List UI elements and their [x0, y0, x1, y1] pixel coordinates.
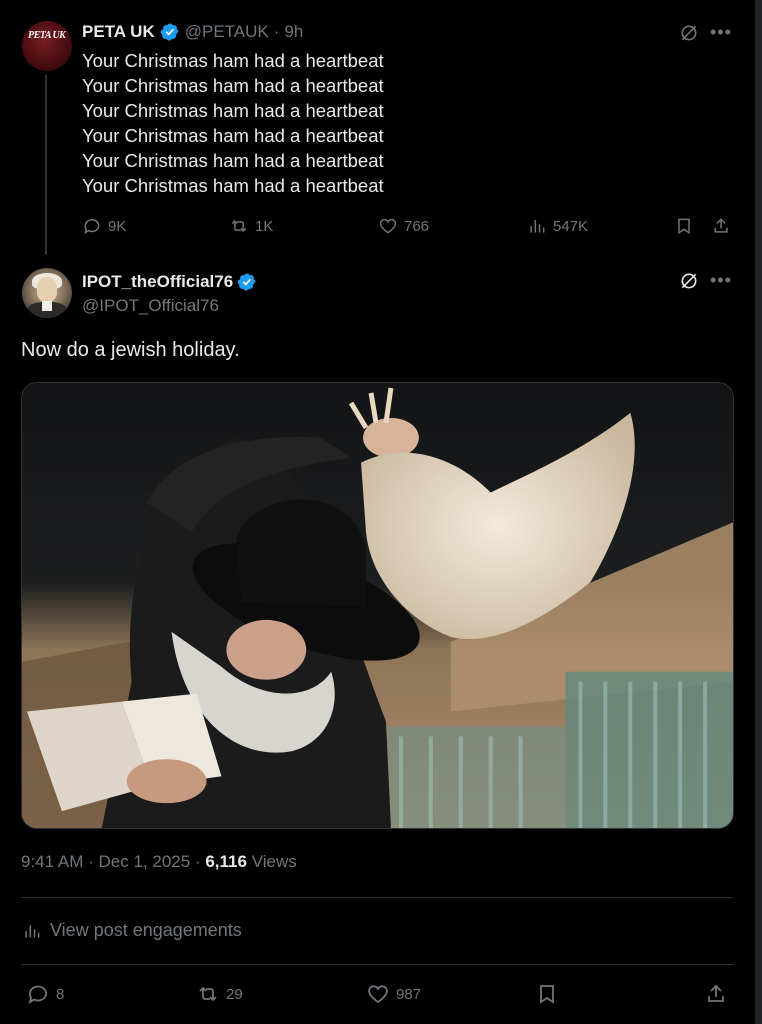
like-button[interactable]: 766 — [378, 216, 429, 236]
reply-count: 8 — [56, 985, 65, 1003]
reply-tweet-header: IPOT_theOfficial76 — [82, 270, 257, 294]
bookmark-icon — [678, 218, 690, 235]
share-button[interactable] — [711, 216, 731, 236]
parent-display-name[interactable]: PETA UK — [82, 22, 155, 42]
tweet-line: Your Christmas ham had a heartbeat — [82, 125, 384, 146]
parent-tweet-actions: 9K 1K 766 547K — [0, 216, 755, 238]
bookmark-button[interactable] — [674, 216, 694, 236]
repost-icon — [199, 986, 217, 1002]
tweet-line: Your Christmas ham had a heartbeat — [82, 50, 384, 71]
grok-icon[interactable] — [679, 271, 699, 291]
reply-icon — [84, 219, 100, 235]
header-separator: · — [273, 22, 280, 41]
grok-icon[interactable] — [679, 23, 699, 43]
avatar-logo-subtext — [30, 43, 64, 57]
views-icon — [25, 924, 40, 938]
avatar-face — [37, 277, 57, 302]
tweet-date[interactable]: Dec 1, 2025 — [99, 852, 191, 871]
views-icon — [530, 220, 545, 233]
repost-count: 29 — [226, 985, 243, 1003]
reply-icon — [28, 985, 47, 1004]
repost-button[interactable]: 1K — [229, 216, 273, 236]
meta-separator: · — [194, 852, 201, 871]
reply-tweet-text: Now do a jewish holiday. — [21, 339, 240, 361]
ipot-avatar[interactable] — [22, 268, 72, 318]
views-label: Views — [251, 852, 297, 871]
tweet-photo[interactable] — [21, 382, 734, 829]
tweet-detail-view: PETA UK PETA UK @PETAUK · 9h ••• Your Ch… — [0, 0, 755, 1024]
parent-handle[interactable]: @PETAUK — [185, 22, 269, 42]
reply-count: 9K — [108, 217, 127, 235]
meta-separator: · — [88, 852, 94, 871]
divider — [21, 897, 734, 898]
reply-display-name[interactable]: IPOT_theOfficial76 — [82, 272, 233, 292]
share-button[interactable] — [704, 982, 728, 1006]
verified-badge-icon — [160, 23, 179, 41]
like-count: 987 — [396, 985, 422, 1003]
peta-uk-avatar[interactable]: PETA UK — [22, 21, 72, 71]
verified-badge-icon — [237, 273, 256, 291]
view-count: 6,116 — [205, 852, 247, 871]
scrollbar-track[interactable] — [755, 0, 762, 1024]
more-icon[interactable]: ••• — [710, 22, 732, 43]
photo-illustration — [22, 383, 733, 828]
bookmark-icon — [540, 985, 554, 1004]
views-button[interactable]: 547K — [527, 216, 588, 236]
tweet-metadata: 9:41 AM · Dec 1, 2025 · 6,116 Views — [21, 852, 297, 872]
repost-count: 1K — [255, 217, 274, 235]
reply-handle[interactable]: @IPOT_Official76 — [82, 296, 219, 316]
share-icon — [708, 984, 724, 1002]
repost-icon — [231, 219, 247, 233]
repost-button[interactable]: 29 — [196, 982, 243, 1006]
parent-tweet-text: Your Christmas ham had a heartbeat Your … — [82, 48, 384, 198]
engagements-label: View post engagements — [50, 920, 242, 940]
tweet-line: Your Christmas ham had a heartbeat — [82, 150, 384, 171]
tweet-line: Your Christmas ham had a heartbeat — [82, 100, 384, 121]
tweet-line: Your Christmas ham had a heartbeat — [82, 75, 384, 96]
parent-timestamp[interactable]: 9h — [284, 22, 303, 42]
tweet-line: Your Christmas ham had a heartbeat — [82, 175, 384, 196]
like-button[interactable]: 987 — [366, 982, 421, 1006]
like-icon — [368, 985, 388, 1004]
divider — [21, 964, 734, 965]
view-post-engagements-link[interactable]: View post engagements — [22, 920, 242, 941]
like-icon — [379, 218, 397, 234]
reply-button[interactable]: 9K — [82, 216, 126, 236]
reply-tweet-actions: 8 29 987 — [0, 982, 755, 1006]
like-count: 766 — [404, 217, 430, 235]
more-icon[interactable]: ••• — [710, 270, 732, 291]
bookmark-button[interactable] — [535, 982, 559, 1006]
view-count: 547K — [553, 217, 589, 235]
avatar-logo-text: PETA UK — [28, 30, 66, 41]
parent-tweet-header: PETA UK @PETAUK · 9h — [82, 20, 303, 44]
avatar-collar — [42, 301, 52, 311]
tweet-time[interactable]: 9:41 AM — [21, 852, 83, 871]
reply-button[interactable]: 8 — [26, 982, 64, 1006]
share-icon — [714, 218, 728, 233]
